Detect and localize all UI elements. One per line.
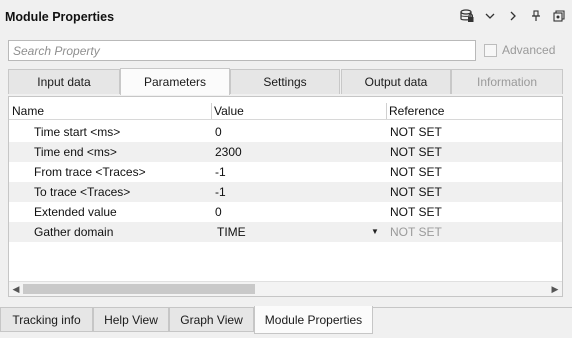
chevron-right-icon[interactable] xyxy=(506,8,520,24)
row-reference[interactable]: NOT SET xyxy=(390,125,442,139)
tab-output-data[interactable]: Output data xyxy=(341,69,451,94)
table-row[interactable]: Extended value 0 NOT SET xyxy=(9,202,562,222)
table-row[interactable]: From trace <Traces> -1 NOT SET xyxy=(9,162,562,182)
row-reference[interactable]: NOT SET xyxy=(390,225,442,239)
tab-information[interactable]: Information xyxy=(451,69,563,94)
row-reference[interactable]: NOT SET xyxy=(390,145,442,159)
tab-label: Output data xyxy=(364,75,428,89)
table-header: Name Value Reference xyxy=(9,103,562,120)
tab-label: Help View xyxy=(104,312,158,327)
restore-icon[interactable] xyxy=(552,8,566,24)
column-divider[interactable] xyxy=(386,103,387,119)
tab-label: Module Properties xyxy=(264,312,363,327)
tab-label: Tracking info xyxy=(12,312,81,327)
title-bar: Module Properties xyxy=(0,0,572,34)
advanced-checkbox[interactable] xyxy=(484,43,497,57)
row-name: Time end <ms> xyxy=(34,145,117,159)
row-value[interactable]: -1 xyxy=(215,185,226,199)
scroll-left-icon[interactable]: ◀ xyxy=(9,282,23,296)
pin-icon[interactable] xyxy=(529,8,543,24)
tab-module-properties[interactable]: Module Properties xyxy=(254,306,373,334)
properties-table-panel: Name Value Reference Time start <ms> 0 N… xyxy=(8,96,563,297)
tab-label: Settings xyxy=(263,75,307,89)
tab-label: Parameters xyxy=(143,75,207,89)
chevron-down-icon[interactable] xyxy=(483,8,497,24)
row-value[interactable]: 0 xyxy=(215,205,222,219)
scrollbar-thumb[interactable] xyxy=(23,284,255,294)
tab-label: Information xyxy=(476,75,538,89)
search-input[interactable] xyxy=(13,44,471,58)
row-reference[interactable]: NOT SET xyxy=(390,185,442,199)
search-field[interactable] xyxy=(8,40,476,61)
tab-label: Input data xyxy=(37,75,91,89)
panel-title: Module Properties xyxy=(5,10,115,24)
tab-help-view[interactable]: Help View xyxy=(93,307,169,332)
row-reference[interactable]: NOT SET xyxy=(390,205,442,219)
row-value[interactable]: -1 xyxy=(215,165,226,179)
table-row[interactable]: Time end <ms> 2300 NOT SET xyxy=(9,142,562,162)
table-row[interactable]: Gather domain TIME ▼ NOT SET xyxy=(9,222,562,242)
header-reference[interactable]: Reference xyxy=(389,104,444,118)
table-row[interactable]: Time start <ms> 0 NOT SET xyxy=(9,122,562,142)
tab-label: Graph View xyxy=(180,312,243,327)
header-value[interactable]: Value xyxy=(214,104,244,118)
gather-domain-select[interactable]: TIME xyxy=(217,225,246,239)
tab-graph-view[interactable]: Graph View xyxy=(169,307,254,332)
row-name: To trace <Traces> xyxy=(34,185,131,199)
scroll-right-icon[interactable]: ▶ xyxy=(548,282,562,296)
table-row[interactable]: To trace <Traces> -1 NOT SET xyxy=(9,182,562,202)
tab-input-data[interactable]: Input data xyxy=(8,69,120,94)
horizontal-scrollbar[interactable]: ◀ ▶ xyxy=(9,281,562,296)
tab-parameters[interactable]: Parameters xyxy=(120,68,230,95)
database-lock-icon[interactable] xyxy=(460,8,474,24)
tab-settings[interactable]: Settings xyxy=(230,69,340,94)
row-reference[interactable]: NOT SET xyxy=(390,165,442,179)
header-name[interactable]: Name xyxy=(12,104,44,118)
row-name: From trace <Traces> xyxy=(34,165,146,179)
title-bar-icons xyxy=(460,8,566,24)
row-value[interactable]: 0 xyxy=(215,125,222,139)
advanced-toggle[interactable]: Advanced xyxy=(484,43,555,57)
row-value[interactable]: 2300 xyxy=(215,145,242,159)
row-name: Extended value xyxy=(34,205,117,219)
row-name: Time start <ms> xyxy=(34,125,121,139)
row-name: Gather domain xyxy=(34,225,114,239)
dropdown-arrow-icon[interactable]: ▼ xyxy=(371,227,379,236)
advanced-label: Advanced xyxy=(502,43,556,57)
tab-tracking-info[interactable]: Tracking info xyxy=(0,307,93,332)
column-divider[interactable] xyxy=(211,103,212,119)
